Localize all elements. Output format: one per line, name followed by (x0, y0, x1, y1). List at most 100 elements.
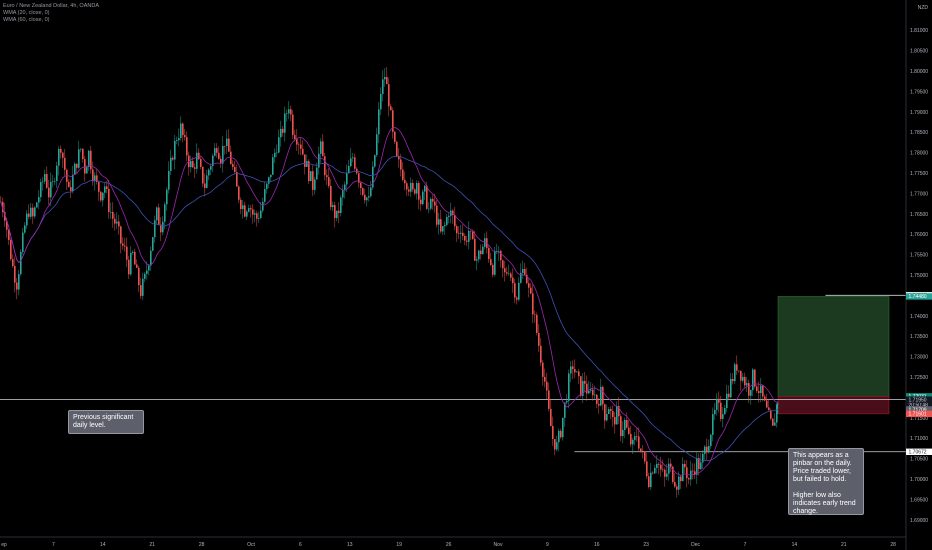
candle-body (688, 478, 690, 480)
candle-body (64, 157, 66, 170)
candle-body (474, 238, 476, 261)
candle-body (406, 183, 408, 190)
annotation-pinbar[interactable]: This appears as a pinbar on the daily. P… (788, 448, 864, 515)
wma-20-legend[interactable]: WMA (20, close, 0) (3, 10, 99, 17)
candle-body (432, 198, 434, 202)
candle-body (336, 210, 338, 219)
candle-body (608, 409, 610, 415)
candle-body (324, 156, 326, 176)
price-tick-label: 1.74000 (910, 314, 928, 320)
price-tag-label: 1.70672 (909, 450, 927, 456)
time-tick-label: 28 (890, 542, 896, 548)
position-zones (777, 296, 890, 415)
candle-body (330, 185, 332, 208)
candle-body (468, 230, 470, 242)
candle-body (278, 137, 280, 153)
candle-body (706, 446, 708, 453)
candle-body (218, 152, 220, 159)
candle-body (50, 181, 52, 198)
candle-body (762, 385, 764, 397)
candle-body (246, 211, 248, 217)
candle-body (536, 314, 538, 333)
candle-body (596, 394, 598, 404)
candle-body (578, 371, 580, 377)
candle-body (508, 273, 510, 275)
candle-body (142, 278, 144, 296)
candle-body (40, 182, 42, 198)
candle-body (682, 463, 684, 482)
candle-body (640, 448, 642, 451)
candle-body (408, 189, 410, 192)
candle-body (416, 183, 418, 194)
candle-body (628, 427, 630, 434)
candle-body (354, 157, 356, 169)
price-tag-label: 1.71601 (909, 412, 927, 418)
candle-body (460, 232, 462, 234)
candle-body (678, 476, 680, 490)
candle-body (524, 269, 526, 275)
candle-body (500, 250, 502, 261)
candle-body (510, 273, 512, 278)
price-tick-label: 1.70500 (910, 457, 928, 463)
time-tick-label: 21 (149, 542, 155, 548)
candle-body (162, 221, 164, 233)
candle-body (488, 247, 490, 260)
candle-body (300, 144, 302, 149)
candle-body (318, 153, 320, 168)
candle-body (156, 207, 158, 221)
candle-body (322, 141, 324, 157)
candle-body (710, 434, 712, 446)
candle-body (36, 202, 38, 208)
candle-body (610, 409, 612, 412)
candle-body (154, 220, 156, 238)
candle-body (704, 446, 706, 454)
candle-body (108, 189, 110, 213)
candle-body (172, 157, 174, 160)
candle-body (736, 364, 738, 371)
candle-body (602, 386, 604, 405)
time-tick-label: 7 (52, 542, 55, 548)
candle-body (612, 411, 614, 418)
candle-body (748, 383, 750, 396)
candle-body (756, 386, 758, 392)
candle-body (238, 186, 240, 200)
price-tick-label: 1.69000 (910, 518, 928, 524)
candle-body (744, 376, 746, 386)
candle-body (62, 152, 64, 158)
candle-body (656, 463, 658, 468)
candle-body (252, 209, 254, 215)
candle-body (256, 213, 258, 219)
symbol-title[interactable]: Euro / New Zealand Dollar, 4h, OANDA (3, 3, 99, 10)
candle-body (290, 109, 292, 115)
wma-60-legend[interactable]: WMA (60, close, 0) (3, 17, 99, 24)
candle-body (80, 148, 82, 150)
candle-body (54, 180, 56, 182)
candle-body (136, 264, 138, 268)
candle-body (186, 137, 188, 156)
price-tick-label: 1.72500 (910, 375, 928, 381)
candle-body (546, 381, 548, 391)
annotation-previous-level[interactable]: Previous significant daily level. (68, 410, 144, 434)
candle-body (116, 221, 118, 224)
candle-body (82, 148, 84, 160)
candle-body (692, 470, 694, 472)
candle-body (334, 205, 336, 219)
candle-body (314, 179, 316, 190)
candle-body (766, 400, 768, 408)
candle-body (248, 208, 250, 212)
candle-body (114, 218, 116, 224)
candle-body (426, 185, 428, 209)
candle-body (504, 268, 506, 273)
candle-body (540, 345, 542, 363)
candle-body (586, 383, 588, 394)
candle-body (232, 164, 234, 167)
candle-body (626, 419, 628, 428)
candle-body (144, 273, 146, 279)
candle-body (200, 159, 202, 167)
candle-body (478, 250, 480, 260)
candle-body (534, 314, 536, 315)
candle-body (498, 250, 500, 252)
profit-zone (777, 296, 890, 397)
time-tick-label: 14 (792, 542, 798, 548)
candle-body (512, 277, 514, 284)
